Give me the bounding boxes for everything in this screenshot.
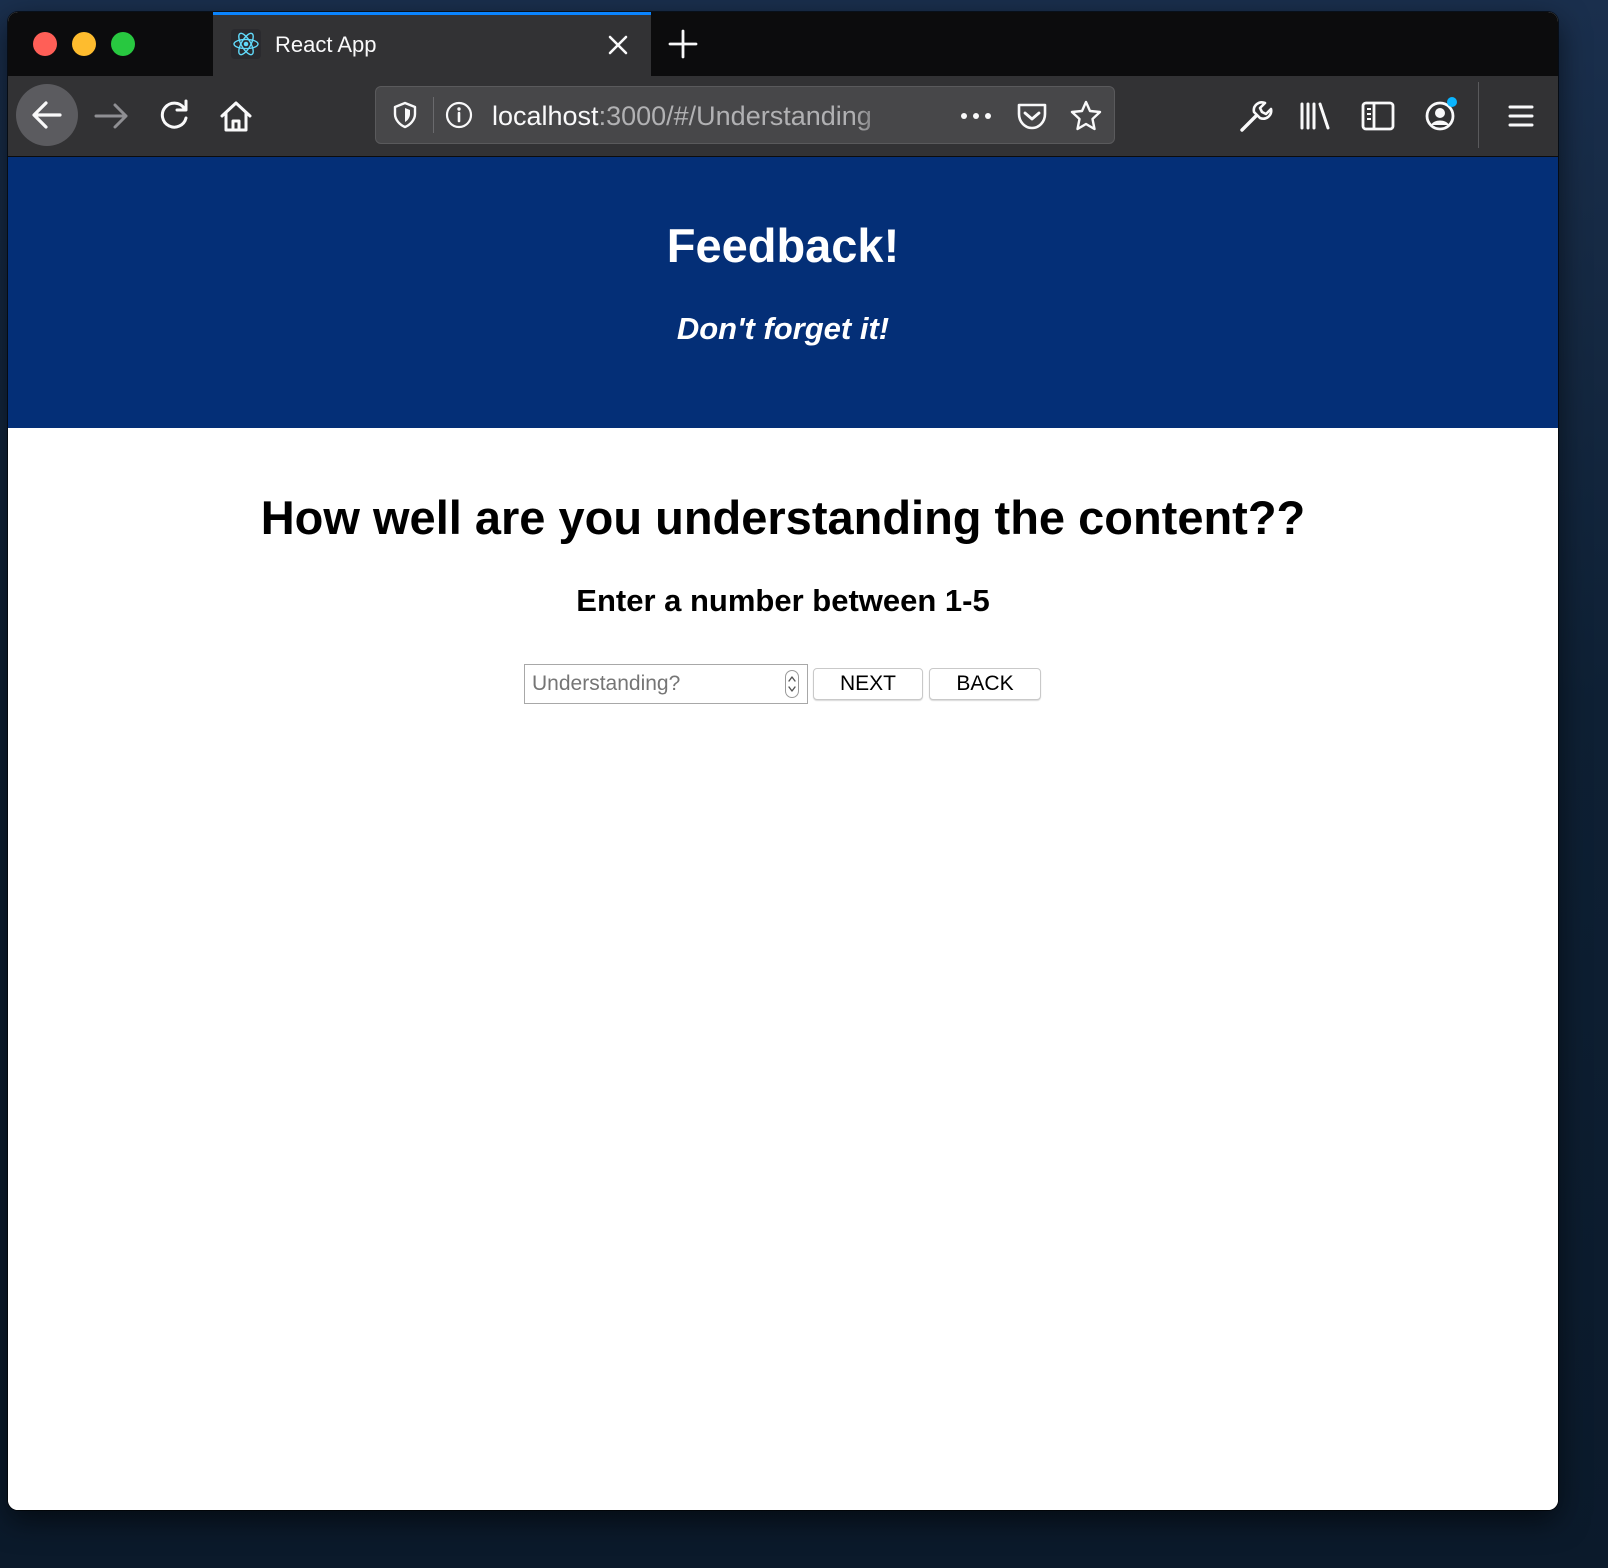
pocket-icon[interactable] xyxy=(1014,98,1050,134)
understanding-form: NEXT BACK xyxy=(524,663,1041,705)
wrench-icon[interactable] xyxy=(1230,92,1278,140)
understanding-input-wrapper xyxy=(524,664,808,704)
library-icon[interactable] xyxy=(1292,92,1340,140)
app-header: Feedback! Don't forget it! xyxy=(8,157,1558,428)
account-icon[interactable] xyxy=(1416,92,1464,140)
url-bar[interactable]: localhost:3000/#/Understanding xyxy=(375,86,1115,144)
app-subtitle: Don't forget it! xyxy=(676,311,890,346)
question-heading: How well are you understanding the conte… xyxy=(260,491,1306,544)
react-icon xyxy=(231,29,261,59)
forward-arrow-icon[interactable] xyxy=(88,92,136,140)
reload-icon[interactable] xyxy=(150,92,198,140)
close-tab-icon[interactable] xyxy=(603,30,633,60)
browser-window: React App localhost:3000/#/Understanding… xyxy=(8,12,1558,1510)
zoom-window-button[interactable] xyxy=(111,32,135,56)
back-arrow-icon[interactable] xyxy=(16,84,78,146)
url-separator xyxy=(433,97,434,133)
back-button[interactable]: BACK xyxy=(929,668,1041,700)
navigation-toolbar: localhost:3000/#/Understanding xyxy=(8,76,1558,157)
hamburger-menu-icon[interactable] xyxy=(1497,92,1545,140)
page-content: Feedback! Don't forget it! How well are … xyxy=(8,157,1558,1510)
instruction-text: Enter a number between 1-5 xyxy=(576,583,990,618)
url-host: localhost xyxy=(492,101,599,131)
number-spinner-icon[interactable] xyxy=(785,670,799,698)
next-button[interactable]: NEXT xyxy=(813,668,923,700)
understanding-input[interactable] xyxy=(525,665,782,703)
minimize-window-button[interactable] xyxy=(72,32,96,56)
home-icon[interactable] xyxy=(212,92,260,140)
tab-strip: React App xyxy=(8,12,1558,76)
new-tab-icon[interactable] xyxy=(666,27,700,61)
tab-title: React App xyxy=(275,32,377,57)
tab-react-app[interactable]: React App xyxy=(213,12,651,76)
toolbar-divider xyxy=(1478,82,1479,148)
app-title: Feedback! xyxy=(666,219,900,272)
bookmark-star-icon[interactable] xyxy=(1068,98,1104,134)
url-path: :3000/#/Understanding xyxy=(598,101,872,131)
site-info-icon[interactable] xyxy=(444,100,474,130)
sidebar-icon[interactable] xyxy=(1354,92,1402,140)
page-actions-icon[interactable] xyxy=(958,99,994,133)
url-text[interactable]: localhost:3000/#/Understanding xyxy=(492,99,902,133)
close-window-button[interactable] xyxy=(33,32,57,56)
tracking-shield-icon[interactable] xyxy=(390,100,420,130)
